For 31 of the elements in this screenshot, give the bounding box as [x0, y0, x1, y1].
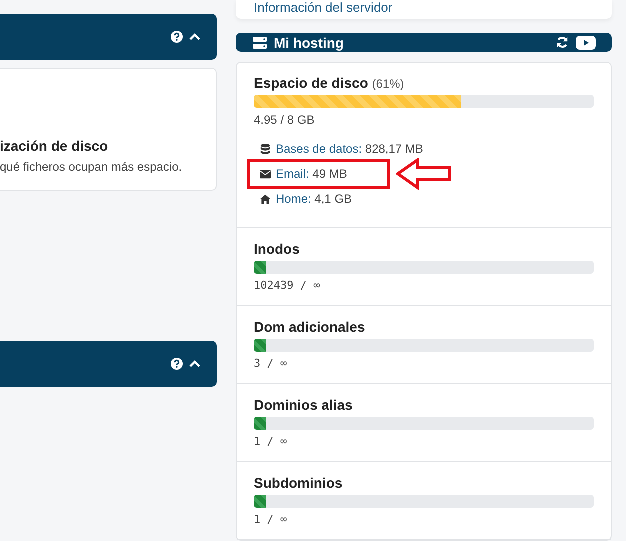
section-title: Espacio de disco (61%) [254, 75, 406, 91]
usage-reading: 102439 / ∞ [254, 279, 322, 292]
card-title: ización de disco [0, 138, 110, 154]
usage-item: Home: 4,1 GB [276, 192, 352, 206]
usage-reading: 4.95 / 8 GB [254, 113, 316, 127]
usage-link[interactable]: Bases de datos: [276, 142, 362, 156]
panel-title: Mi hosting [274, 34, 344, 50]
usage-link[interactable]: Email: [276, 167, 310, 181]
refresh-icon[interactable] [556, 36, 569, 49]
usage-reading: 1 / ∞ [254, 435, 288, 448]
section-title: Dom adicionales [254, 319, 366, 335]
database-icon [260, 144, 271, 154]
video-icon[interactable] [576, 36, 596, 50]
help-icon[interactable] [171, 358, 183, 370]
collapse-icon[interactable] [189, 360, 201, 368]
usage-link[interactable]: Home: [276, 192, 312, 206]
usage-item: Email: 49 MB [276, 167, 348, 181]
usage-reading: 3 / ∞ [254, 357, 288, 370]
section-title: Inodos [254, 241, 301, 257]
house-icon [260, 194, 271, 204]
help-icon[interactable] [171, 31, 183, 43]
usage-item: Bases de datos: 828,17 MB [276, 142, 424, 156]
section-title: Subdominios [254, 475, 344, 491]
arrow-icon [396, 158, 452, 190]
server-info-link[interactable]: Información del servidor [254, 0, 393, 15]
card-description: qué ficheros ocupan más espacio. [0, 160, 184, 174]
envelope-icon [260, 168, 271, 180]
section-title: Dominios alias [254, 397, 354, 413]
collapse-icon[interactable] [189, 33, 201, 41]
server-icon [253, 36, 267, 48]
usage-reading: 1 / ∞ [254, 513, 288, 526]
